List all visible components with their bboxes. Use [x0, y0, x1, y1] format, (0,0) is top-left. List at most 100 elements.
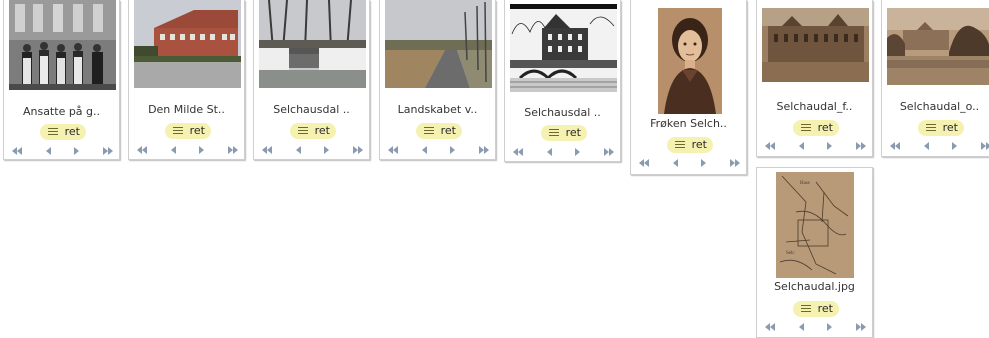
edit-button[interactable]: ret — [416, 123, 462, 139]
gallery-item: Den Milde St.. ret — [128, 0, 245, 160]
edit-label: ret — [314, 124, 330, 137]
first-icon[interactable] — [262, 146, 272, 154]
next-icon[interactable] — [827, 142, 833, 150]
first-icon[interactable] — [388, 146, 398, 154]
next-icon[interactable] — [74, 147, 80, 155]
last-icon[interactable] — [478, 146, 489, 154]
last-icon[interactable] — [855, 142, 866, 150]
last-icon[interactable] — [227, 146, 238, 154]
last-icon[interactable] — [729, 159, 740, 167]
first-icon[interactable] — [765, 142, 775, 150]
next-icon[interactable] — [701, 159, 707, 167]
photo-thumbnail[interactable] — [658, 8, 722, 114]
edit-button[interactable]: ret — [918, 120, 964, 136]
next-icon[interactable] — [827, 323, 833, 331]
edit-button[interactable]: ret — [165, 123, 211, 139]
photo-thumbnail[interactable] — [9, 0, 116, 90]
edit-label: ret — [565, 126, 581, 139]
previous-icon[interactable] — [170, 146, 176, 154]
image-navigation — [765, 322, 866, 332]
first-icon[interactable] — [513, 148, 523, 156]
gallery-item: Selchausdal .. ret — [504, 0, 621, 162]
gallery-item: Selchaudal_o.. ret — [881, 0, 989, 157]
previous-icon[interactable] — [798, 142, 804, 150]
gallery-item: Hass Selc Selchaudal.jpg ret — [756, 167, 873, 338]
previous-icon[interactable] — [672, 159, 678, 167]
photo-thumbnail[interactable] — [259, 0, 366, 88]
svg-text:Hass: Hass — [800, 181, 810, 186]
gallery-item: Landskabet v.. ret — [379, 0, 496, 160]
first-icon[interactable] — [890, 142, 900, 150]
edit-label: ret — [817, 121, 833, 134]
edit-label: ret — [942, 121, 958, 134]
edit-button[interactable]: ret — [541, 125, 587, 141]
photo-caption: Selchausdal .. — [524, 106, 601, 119]
photo-thumbnail[interactable] — [510, 4, 617, 92]
image-navigation — [765, 141, 866, 151]
previous-icon[interactable] — [546, 148, 552, 156]
photo-caption: Ansatte på g.. — [22, 105, 101, 118]
last-icon[interactable] — [980, 142, 989, 150]
image-navigation — [12, 146, 113, 156]
menu-lines-icon — [549, 129, 559, 137]
previous-icon[interactable] — [798, 323, 804, 331]
gallery-item: Ansatte på g.. ret — [3, 0, 120, 160]
image-navigation — [262, 145, 363, 155]
first-icon[interactable] — [639, 159, 649, 167]
photo-thumbnail[interactable] — [762, 8, 869, 82]
edit-button[interactable]: ret — [667, 137, 713, 153]
last-icon[interactable] — [102, 147, 113, 155]
last-icon[interactable] — [855, 323, 866, 331]
last-icon[interactable] — [603, 148, 614, 156]
photo-caption: Den Milde St.. — [148, 103, 225, 116]
first-icon[interactable] — [12, 147, 22, 155]
menu-lines-icon — [801, 305, 811, 313]
photo-thumbnail[interactable] — [385, 0, 492, 88]
next-icon[interactable] — [952, 142, 958, 150]
previous-icon[interactable] — [295, 146, 301, 154]
menu-lines-icon — [801, 124, 811, 132]
previous-icon[interactable] — [923, 142, 929, 150]
gallery-item: Frøken Selch.. ret — [630, 0, 747, 175]
next-icon[interactable] — [575, 148, 581, 156]
edit-label: ret — [189, 124, 205, 137]
edit-label: ret — [691, 138, 707, 151]
menu-lines-icon — [48, 128, 58, 136]
previous-icon[interactable] — [45, 147, 51, 155]
edit-button[interactable]: ret — [793, 301, 839, 317]
edit-button[interactable]: ret — [40, 124, 86, 140]
image-navigation — [890, 141, 989, 151]
edit-label: ret — [440, 124, 456, 137]
photo-caption: Selchaudal.jpg — [774, 280, 855, 293]
svg-text:Selc: Selc — [786, 251, 795, 256]
image-navigation — [137, 145, 238, 155]
previous-icon[interactable] — [421, 146, 427, 154]
photo-thumbnail[interactable] — [887, 8, 989, 85]
edit-label: ret — [64, 125, 80, 138]
next-icon[interactable] — [199, 146, 205, 154]
menu-lines-icon — [298, 127, 308, 135]
menu-lines-icon — [926, 124, 936, 132]
menu-lines-icon — [675, 141, 685, 149]
first-icon[interactable] — [137, 146, 147, 154]
edit-button[interactable]: ret — [290, 123, 336, 139]
menu-lines-icon — [424, 127, 434, 135]
gallery-item: Selchausdal .. ret — [253, 0, 370, 160]
photo-thumbnail[interactable] — [134, 0, 241, 88]
photo-caption: Selchausdal .. — [273, 103, 350, 116]
photo-caption: Frøken Selch.. — [650, 117, 727, 130]
edit-label: ret — [817, 302, 833, 315]
next-icon[interactable] — [450, 146, 456, 154]
photo-caption: Landskabet v.. — [397, 103, 478, 116]
menu-lines-icon — [173, 127, 183, 135]
image-navigation — [513, 147, 614, 157]
photo-caption: Selchaudal_o.. — [899, 100, 980, 113]
next-icon[interactable] — [324, 146, 330, 154]
photo-thumbnail[interactable]: Hass Selc — [776, 172, 854, 278]
gallery-item: Selchaudal_f.. ret — [756, 0, 873, 157]
edit-button[interactable]: ret — [793, 120, 839, 136]
first-icon[interactable] — [765, 323, 775, 331]
last-icon[interactable] — [352, 146, 363, 154]
image-navigation — [388, 145, 489, 155]
image-navigation — [639, 158, 740, 168]
